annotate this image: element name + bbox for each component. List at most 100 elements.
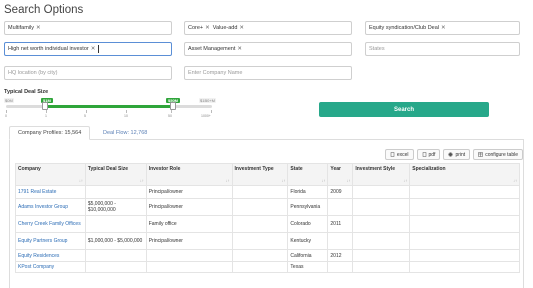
column-header[interactable]: Specialization ↓↑ xyxy=(409,163,520,186)
cell-deal-size: $5,000,000 - $10,000,000 xyxy=(84,198,147,216)
company-link[interactable]: Equity Partners Group xyxy=(18,238,67,244)
remove-tag-icon[interactable]: ✕ xyxy=(36,25,41,31)
cell-company: 1791 Real Estate xyxy=(15,185,86,199)
cell-state: Pennsylvania xyxy=(287,198,329,216)
company-link[interactable]: Equity Residences xyxy=(18,253,59,259)
cell-investment-type xyxy=(231,215,289,233)
company-link[interactable]: KPost Company xyxy=(18,264,54,270)
cell-investment-type xyxy=(231,232,289,250)
filter-tag: Core+ ✕ xyxy=(188,25,210,31)
cell-state: Kentucky xyxy=(287,232,329,250)
filter-tag: Multifamily ✕ xyxy=(8,25,41,31)
sort-icon: ↓↑ xyxy=(346,178,351,183)
cell-year xyxy=(327,232,354,250)
cell-state: Colorado xyxy=(287,215,329,233)
cell-deal-size xyxy=(84,249,147,262)
slider-selected-range xyxy=(45,105,173,108)
slider-low-handle[interactable] xyxy=(42,102,48,110)
cell-investment-style xyxy=(352,215,411,233)
asset-class-field[interactable]: Asset Management ✕ xyxy=(184,42,352,56)
page-title: Search Options xyxy=(4,4,84,16)
cell-specialization xyxy=(409,232,520,250)
cell-state: California xyxy=(287,249,329,262)
cell-company: Adams Investor Group xyxy=(15,198,86,216)
deal-size-label: Typical Deal Size xyxy=(4,89,49,95)
filter-tag: Value-add ✕ xyxy=(212,25,245,31)
cell-deal-size: $1,000,000 - $5,000,000 xyxy=(84,232,147,250)
cell-investment-style xyxy=(352,261,411,273)
column-header[interactable]: Investment Type ↓↑ xyxy=(231,163,289,186)
company-link[interactable]: Adams Investor Group xyxy=(18,204,68,210)
company-link[interactable]: 1791 Real Estate xyxy=(18,189,56,195)
cell-specialization xyxy=(409,215,520,233)
filter-tag: Equity syndication/Club Deal ✕ xyxy=(369,25,446,31)
configure-table-button[interactable]: configure table xyxy=(473,149,523,160)
cell-investment-style xyxy=(352,198,411,216)
table-row: KPost Company Texas xyxy=(15,261,520,273)
table-row: Equity Partners Group $1,000,000 - $5,00… xyxy=(15,232,520,250)
property-type-field[interactable]: Multifamily ✕ xyxy=(4,21,172,35)
company-name-field[interactable]: Enter Company Name xyxy=(184,66,352,80)
states-field[interactable]: States xyxy=(365,42,520,56)
cell-company: Cherry Creek Family Offices xyxy=(15,215,86,233)
tab-deal-flow[interactable]: Deal Flow: 12,768 xyxy=(95,126,155,140)
cell-specialization xyxy=(409,261,520,273)
sort-icon: ↓↑ xyxy=(139,178,144,183)
print-button[interactable]: print xyxy=(443,149,471,160)
sort-icon: ↓↑ xyxy=(225,178,230,183)
cell-investor-role xyxy=(145,249,233,262)
strategy-field[interactable]: Core+ ✕ Value-add ✕ xyxy=(184,21,352,35)
column-header[interactable]: State ↓↑ xyxy=(287,163,329,186)
results-tabs: Company Profiles: 15,564 Deal Flow: 12,7… xyxy=(9,126,524,140)
hq-location-field[interactable]: HQ location (by city) xyxy=(4,66,172,80)
cell-investor-role: Principal/owner xyxy=(145,232,233,250)
filter-tag: Asset Management ✕ xyxy=(188,46,242,52)
deal-type-field[interactable]: Equity syndication/Club Deal ✕ xyxy=(365,21,520,35)
cell-deal-size xyxy=(84,185,147,199)
sort-icon: ↓↑ xyxy=(513,178,517,183)
cell-state: Florida xyxy=(287,185,329,199)
table-row: Equity Residences California 2012 xyxy=(15,249,520,262)
table-icon xyxy=(478,152,483,157)
cell-deal-size xyxy=(84,261,147,273)
column-header[interactable]: Year ↓↑ xyxy=(327,163,354,186)
table-header-row: Company ↓↑ Typical Deal Size ↓↑ Investor R… xyxy=(15,163,520,186)
investor-type-field[interactable]: High net worth individual investor ✕ xyxy=(4,42,172,56)
column-header[interactable]: Company ↓↑ xyxy=(15,163,86,186)
remove-tag-icon[interactable]: ✕ xyxy=(237,46,242,52)
cell-company: Equity Residences xyxy=(15,249,86,262)
cell-specialization xyxy=(409,198,520,216)
table-row: Cherry Creek Family Offices Family offic… xyxy=(15,215,520,233)
pdf-button[interactable]: pdf xyxy=(416,149,441,160)
remove-tag-icon[interactable]: ✕ xyxy=(441,25,446,31)
column-header[interactable]: Investment Style ↓↑ xyxy=(352,163,411,186)
table-row: 1791 Real Estate Principal/owner Florida… xyxy=(15,185,520,199)
cell-investment-style xyxy=(352,249,411,262)
sort-icon: ↓↑ xyxy=(321,178,326,183)
slider-high-handle[interactable] xyxy=(170,102,176,110)
remove-tag-icon[interactable]: ✕ xyxy=(205,25,210,31)
remove-tag-icon[interactable]: ✕ xyxy=(91,46,96,52)
excel-button[interactable]: excel xyxy=(384,149,414,160)
table-toolbar: excel pdf print configure table xyxy=(384,149,523,160)
cell-investment-style xyxy=(352,232,411,250)
cell-investor-role: Family office xyxy=(145,215,233,233)
column-header[interactable]: Typical Deal Size ↓↑ xyxy=(84,163,147,186)
tab-company-profiles[interactable]: Company Profiles: 15,564 xyxy=(9,126,91,140)
cell-investor-role: Principal/owner xyxy=(145,198,233,216)
column-header[interactable]: Investor Role ↓↑ xyxy=(145,163,233,186)
cell-specialization xyxy=(409,249,520,262)
company-link[interactable]: Cherry Creek Family Offices xyxy=(18,221,81,227)
remove-tag-icon[interactable]: ✕ xyxy=(239,25,244,31)
printer-icon xyxy=(448,152,453,157)
sort-icon: ↓↑ xyxy=(281,178,286,183)
sort-icon: ↓↑ xyxy=(78,178,83,183)
slider-ticks xyxy=(6,110,212,114)
cell-company: Equity Partners Group xyxy=(15,232,86,250)
cell-deal-size xyxy=(84,215,147,233)
cell-investment-type xyxy=(231,261,289,273)
cell-specialization xyxy=(409,185,520,199)
cell-investment-style xyxy=(352,185,411,199)
search-button[interactable]: Search xyxy=(319,102,489,117)
filter-tag: High net worth individual investor ✕ xyxy=(8,46,96,52)
